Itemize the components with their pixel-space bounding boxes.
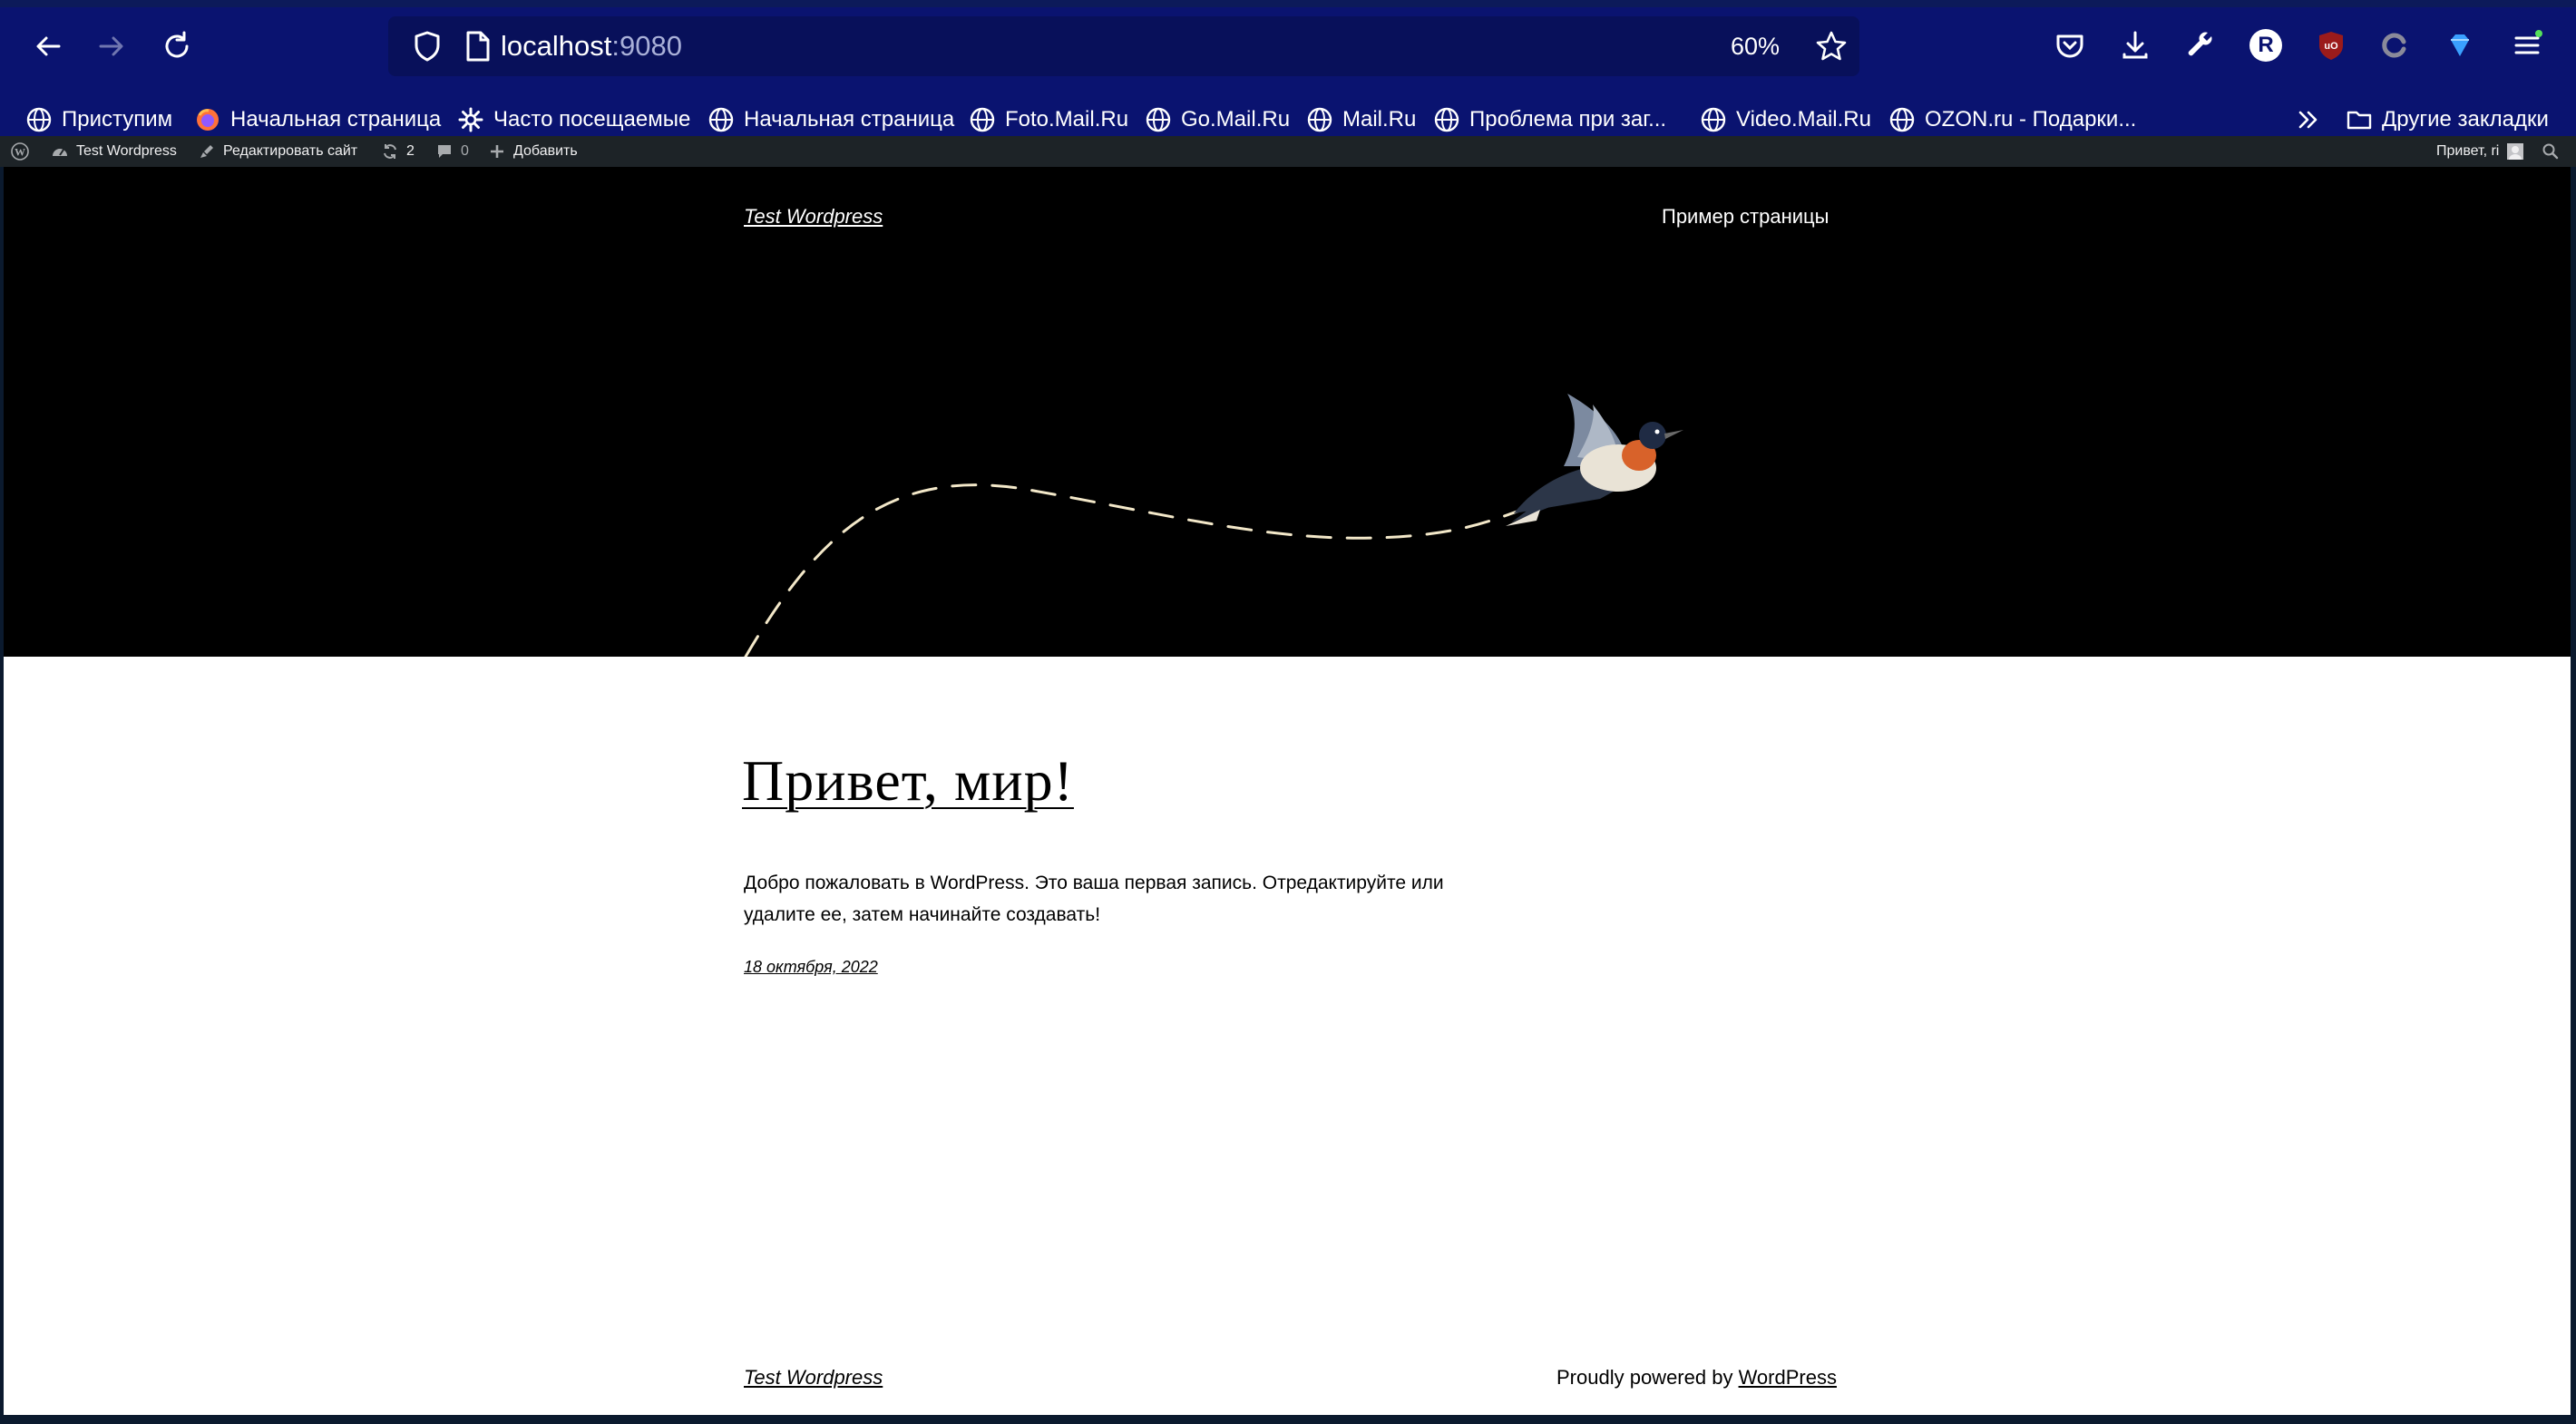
pocket-icon — [2056, 34, 2083, 58]
forward-button[interactable] — [89, 24, 134, 69]
svg-text:uO: uO — [2324, 41, 2338, 52]
admin-site-name-label: Test Wordpress — [76, 143, 177, 159]
post-date-link[interactable]: 18 октября, 2022 — [744, 958, 878, 977]
admin-search-button[interactable] — [2542, 136, 2567, 167]
admin-updates[interactable]: 2 — [381, 136, 415, 167]
ublock-button[interactable]: uO — [2313, 27, 2349, 63]
footer-site-title-link[interactable]: Test Wordpress — [744, 1366, 883, 1390]
footer-powered-by: Proudly powered by WordPress — [1556, 1366, 1837, 1390]
wordpress-link[interactable]: WordPress — [1739, 1366, 1837, 1389]
svg-text:W: W — [15, 146, 25, 159]
admin-account-menu[interactable]: Привет, ri — [2436, 136, 2532, 167]
browser-toolbar: localhost:9080 60% R uO — [0, 0, 2576, 93]
bird-illustration — [1506, 394, 1683, 526]
globe-icon — [1434, 107, 1459, 132]
admin-add-new-label: Добавить — [513, 143, 578, 159]
comments-count: 0 — [461, 143, 469, 159]
comment-icon — [438, 145, 451, 158]
bookmark-label: Mail.Ru — [1342, 107, 1417, 132]
bookmark-label: OZON.ru - Подарки... — [1925, 107, 2137, 132]
ublock-origin-icon: uO — [2319, 32, 2343, 60]
bookmark-label: Go.Mail.Ru — [1181, 107, 1291, 132]
admin-site-name[interactable]: Test Wordpress — [51, 136, 177, 167]
sync-extension-icon — [2382, 33, 2406, 58]
folder-icon — [2347, 111, 2372, 130]
url-port: :9080 — [611, 30, 682, 62]
downloads-button[interactable] — [2117, 27, 2153, 63]
dashboard-icon — [53, 149, 67, 156]
other-bookmarks-label: Другие закладки — [2382, 107, 2549, 132]
avatar — [2507, 143, 2524, 160]
reload-icon — [165, 31, 189, 58]
post-title-link[interactable]: Привет, мир! — [742, 747, 1074, 814]
bookmark-label: Начальная страница — [744, 107, 955, 132]
url-text[interactable]: localhost:9080 — [501, 29, 682, 63]
site-title-link[interactable]: Test Wordpress — [744, 205, 883, 229]
updates-icon — [384, 144, 396, 159]
wp-logo-menu[interactable]: W — [11, 136, 36, 167]
gear-icon — [458, 107, 483, 132]
gem-icon — [2451, 34, 2469, 56]
bookmark-label: Приступим — [62, 107, 173, 132]
chevron-double-right-icon — [2298, 111, 2317, 129]
bookmark-label: Проблема при заг... — [1469, 107, 1667, 132]
globe-icon — [708, 107, 734, 132]
site-header: Test Wordpress Пример страницы — [4, 167, 2571, 657]
nav-sample-page-link[interactable]: Пример страницы — [1662, 205, 1829, 229]
profile-avatar[interactable]: R — [2249, 29, 2282, 62]
globe-icon — [1701, 107, 1726, 132]
updates-count: 2 — [406, 143, 415, 159]
arrow-left-icon — [36, 36, 61, 56]
download-icon — [2122, 31, 2148, 59]
flight-path — [744, 483, 1529, 657]
powered-by-text: Proudly powered by — [1556, 1366, 1739, 1389]
globe-icon — [1146, 107, 1171, 132]
bookmark-star-icon[interactable] — [1814, 29, 1849, 63]
extension-button[interactable] — [2376, 27, 2413, 63]
wordpress-logo-icon: W — [11, 142, 29, 161]
zoom-indicator[interactable]: 60% — [1731, 31, 1780, 62]
admin-greeting: Привет, ri — [2436, 143, 2500, 159]
globe-icon — [1307, 107, 1332, 132]
globe-icon — [1889, 107, 1915, 132]
shield-icon[interactable] — [410, 29, 444, 63]
tab-strip — [0, 0, 2576, 7]
hero-illustration — [744, 394, 1683, 657]
devtools-button[interactable] — [2182, 27, 2219, 63]
wp-admin-bar: W Test Wordpress Редактировать сайт 2 0 … — [0, 136, 2576, 167]
page-info-icon[interactable] — [461, 29, 493, 63]
bookmark-label: Начальная страница — [230, 107, 442, 132]
arrow-right-icon — [99, 36, 123, 56]
plus-icon — [491, 145, 503, 158]
globe-icon — [970, 107, 995, 132]
reload-button[interactable] — [154, 24, 200, 69]
admin-edit-site[interactable]: Редактировать сайт — [198, 136, 357, 167]
admin-comments[interactable]: 0 — [435, 136, 469, 167]
edit-brush-icon — [200, 145, 213, 158]
hamburger-menu-icon — [2514, 30, 2542, 54]
pocket-button[interactable] — [2052, 27, 2088, 63]
bookmark-label: Foto.Mail.Ru — [1005, 107, 1129, 132]
admin-add-new[interactable]: Добавить — [488, 136, 578, 167]
menu-button[interactable] — [2509, 27, 2545, 63]
bookmark-label: Часто посещаемые — [493, 107, 691, 132]
address-bar[interactable]: localhost:9080 60% — [388, 16, 1859, 76]
firefox-icon — [197, 109, 219, 131]
admin-edit-site-label: Редактировать сайт — [223, 143, 358, 159]
wrench-icon — [2188, 32, 2212, 56]
url-host: localhost — [501, 30, 612, 62]
bookmark-label: Video.Mail.Ru — [1736, 107, 1871, 132]
gem-extension-button[interactable] — [2442, 27, 2478, 63]
web-page: Test Wordpress Пример страницы Привет, м… — [4, 167, 2571, 1415]
post-excerpt: Добро пожаловать в WordPress. Это ваша п… — [744, 873, 1444, 925]
back-button[interactable] — [25, 24, 71, 69]
globe-icon — [26, 107, 52, 132]
search-icon — [2542, 143, 2559, 160]
